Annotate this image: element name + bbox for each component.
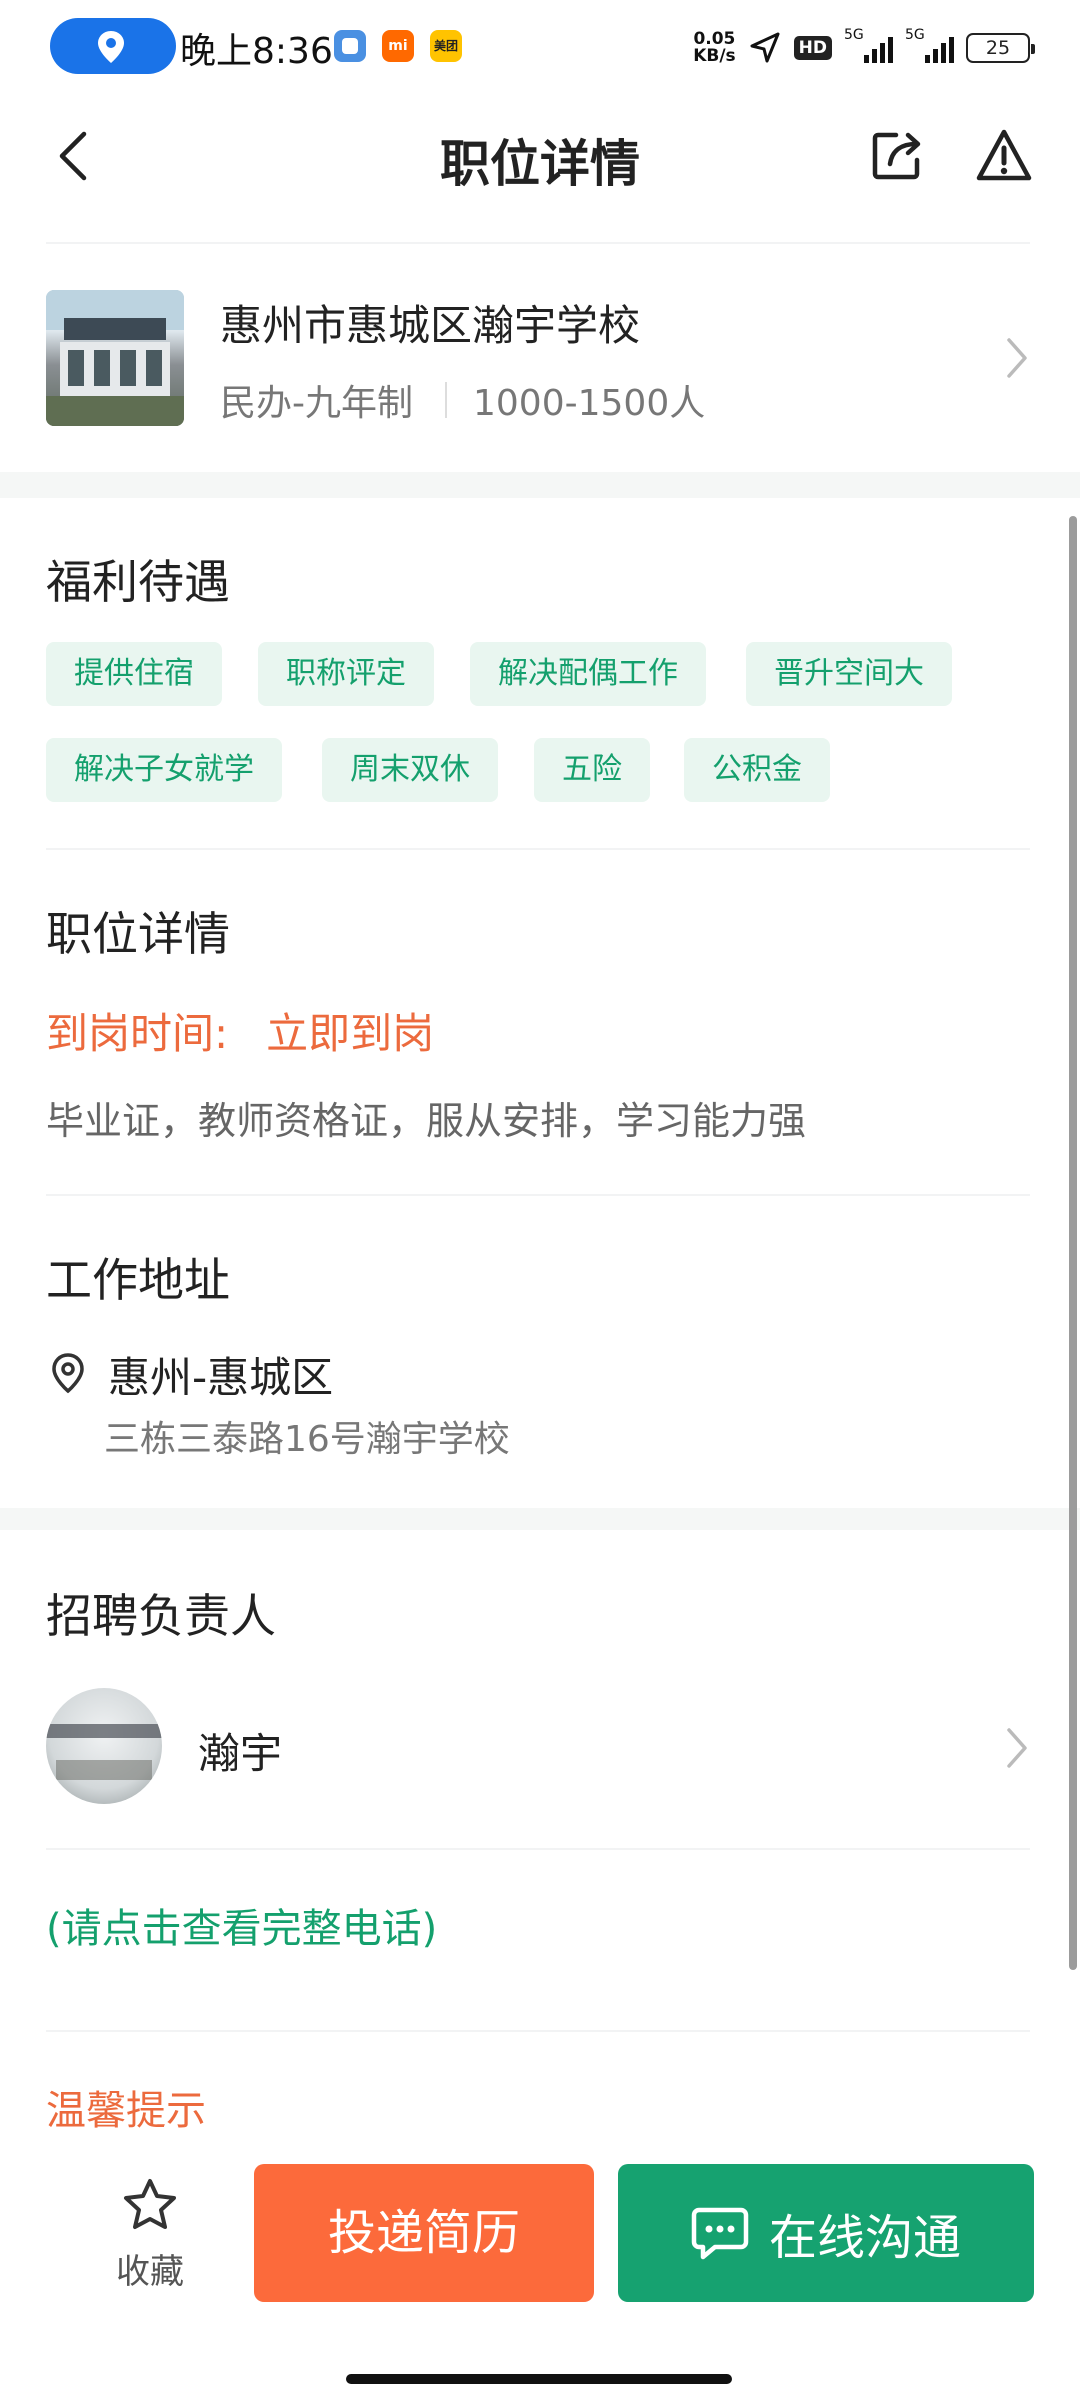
- job-requirements: 毕业证，教师资格证，服从安排，学习能力强: [46, 1099, 807, 1143]
- benefit-tag: 解决子女就学: [46, 738, 282, 802]
- benefit-tag: 周末双休: [322, 738, 498, 802]
- address-title: 工作地址: [46, 1253, 230, 1307]
- divider: [46, 2030, 1030, 2032]
- location-pin-icon: [52, 1353, 84, 1394]
- net-speed: 0.05 KB/s: [693, 29, 736, 66]
- favorite-button[interactable]: 收藏: [98, 2176, 202, 2293]
- section-gap: [0, 1508, 1080, 1530]
- report-button[interactable]: [976, 126, 1032, 190]
- section-gap: [0, 472, 1080, 498]
- benefits-title: 福利待遇: [46, 555, 230, 609]
- status-time: 晚上8:36: [180, 31, 333, 72]
- star-icon: [124, 2179, 176, 2229]
- meituan-app-icon: 美团: [430, 30, 462, 62]
- benefit-tag: 五险: [534, 738, 650, 802]
- chevron-right-icon[interactable]: [1004, 1726, 1030, 1770]
- warning-icon: [976, 129, 1032, 181]
- school-card[interactable]: 惠州市惠城区瀚宇学校 民办-九年制 1000-1500人: [0, 242, 1080, 472]
- job-detail-title: 职位详情: [46, 907, 230, 961]
- benefit-tag: 公积金: [684, 738, 830, 802]
- arrive-time-value: 立即到岗: [266, 1009, 435, 1058]
- hd-badge: HD: [793, 36, 832, 60]
- share-button[interactable]: [868, 126, 928, 190]
- signal-icon: 5G: [905, 27, 954, 63]
- apply-resume-button[interactable]: 投递简历: [254, 2164, 594, 2302]
- school-name: 惠州市惠城区瀚宇学校: [220, 301, 641, 350]
- school-size: 1000-1500人: [473, 383, 706, 424]
- chevron-right-icon: [1007, 338, 1027, 378]
- phone-link[interactable]: (请点击查看完整电话): [46, 1896, 437, 1954]
- divider: [46, 1194, 1030, 1196]
- status-right: 0.05 KB/s HD 5G 5G 25: [693, 27, 1035, 68]
- location-pin-icon: [98, 31, 124, 63]
- benefit-tag: 职称评定: [258, 642, 434, 706]
- recruiter-title: 招聘负责人: [46, 1589, 276, 1643]
- scrollbar[interactable]: [1069, 516, 1077, 1970]
- school-type: 民办-九年制: [220, 383, 413, 424]
- meta-separator: [445, 382, 447, 418]
- online-chat-label: 在线沟通: [768, 2210, 961, 2266]
- favorite-label: 收藏: [116, 2252, 184, 2292]
- nav-bar: 职位详情: [0, 96, 1080, 216]
- navigation-arrow-icon: [750, 32, 780, 63]
- share-icon: [872, 132, 921, 180]
- tips-title: 温馨提示: [46, 2088, 206, 2134]
- avatar[interactable]: [46, 1688, 162, 1804]
- signal-icon: 5G: [844, 27, 893, 63]
- divider: [46, 1848, 1030, 1850]
- online-chat-button[interactable]: 在线沟通: [618, 2164, 1034, 2302]
- address-city: 惠州-惠城区: [108, 1353, 334, 1402]
- benefit-tag: 晋升空间大: [746, 642, 952, 706]
- battery-icon: 25: [966, 33, 1035, 63]
- mi-app-icon: mi: [382, 30, 414, 62]
- arrive-time: 到岗时间: 立即到岗: [46, 1000, 434, 1061]
- school-meta: 民办-九年制 1000-1500人: [220, 374, 705, 426]
- home-indicator[interactable]: [346, 2374, 732, 2384]
- chat-bubble-icon: [691, 2207, 749, 2260]
- status-bar: 晚上8:36 mi 美团 0.05 KB/s HD 5G 5G 25: [0, 0, 1080, 96]
- notification-app-icon: [334, 30, 366, 62]
- bottom-action-bar: 收藏 投递简历 在线沟通: [0, 2140, 1080, 2401]
- benefit-tag: 解决配偶工作: [470, 642, 706, 706]
- school-photo: [46, 290, 184, 426]
- benefit-tag: 提供住宿: [46, 642, 222, 706]
- divider: [46, 848, 1030, 850]
- location-indicator: [50, 18, 176, 74]
- address-detail: 三栋三泰路16号瀚宇学校: [104, 1419, 510, 1460]
- arrive-time-label: 到岗时间:: [46, 1009, 229, 1058]
- recruiter-name[interactable]: 瀚宇: [198, 1720, 282, 1781]
